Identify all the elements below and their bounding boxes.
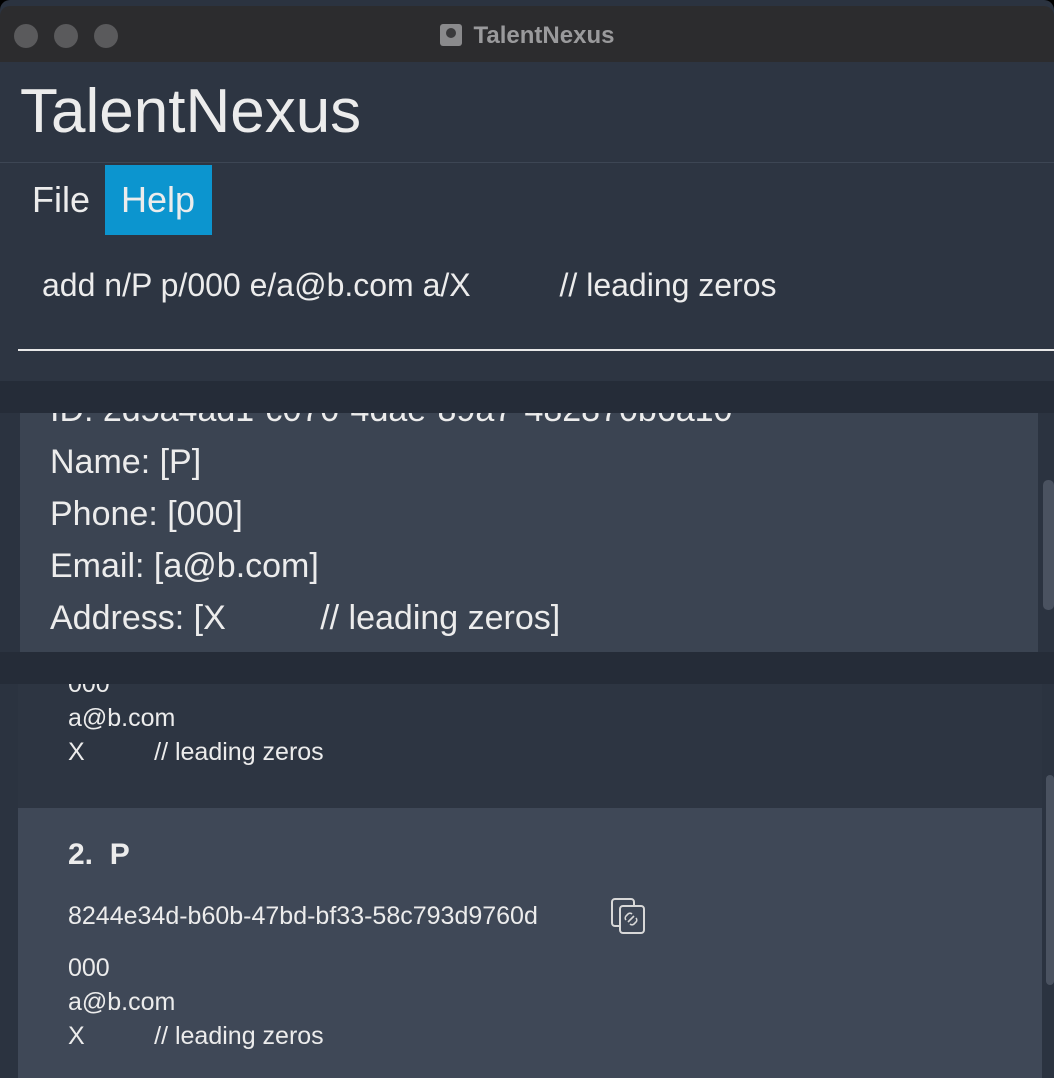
- window-title: TalentNexus: [0, 22, 1054, 50]
- result-scrollbar[interactable]: [1043, 480, 1054, 610]
- person-email: a@b.com: [68, 988, 176, 1016]
- person-phone: 000: [68, 954, 110, 982]
- window-titlebar: TalentNexus: [0, 6, 1054, 63]
- person-id: 8244e34d-b60b-47bd-bf33-58c793d9760d: [68, 902, 538, 930]
- result-email: Email: [a@b.com]: [50, 547, 319, 585]
- person-card[interactable]: 000 a@b.com X // leading zeros: [18, 684, 1042, 808]
- person-title: 2. P: [68, 838, 130, 872]
- person-list[interactable]: 000 a@b.com X // leading zeros 2. P 8244…: [18, 684, 1042, 1078]
- person-phone: 000: [68, 684, 110, 698]
- person-address: X // leading zeros: [68, 738, 324, 766]
- command-input-underline: [18, 349, 1054, 351]
- app-header: TalentNexus: [0, 62, 1054, 163]
- result-display: ID: 2d5a4ad1-c070-4dae-89a7-482870b6a10 …: [20, 413, 1038, 652]
- person-card[interactable]: 2. P 8244e34d-b60b-47bd-bf33-58c793d9760…: [18, 808, 1042, 1078]
- result-id: ID: 2d5a4ad1-c070-4dae-89a7-482870b6a10: [50, 413, 732, 430]
- app-title: TalentNexus: [20, 77, 362, 146]
- divider: [0, 652, 1054, 684]
- menu-file[interactable]: File: [16, 165, 107, 235]
- command-box: add n/P p/000 e/a@b.com a/X // leading z…: [0, 237, 1054, 381]
- result-phone: Phone: [000]: [50, 495, 243, 533]
- menu-bar: File Help: [0, 163, 1054, 237]
- divider: [0, 381, 1054, 413]
- person-index: 2.: [68, 838, 94, 871]
- app-window: TalentNexus TalentNexus File Help add n/…: [0, 0, 1054, 1078]
- result-name: Name: [P]: [50, 443, 202, 481]
- person-address: X // leading zeros: [68, 1022, 324, 1050]
- person-name: P: [109, 838, 130, 871]
- result-address: Address: [X // leading zeros]: [50, 599, 561, 637]
- list-scrollbar[interactable]: [1046, 775, 1054, 985]
- person-email: a@b.com: [68, 704, 176, 732]
- copy-link-icon[interactable]: [608, 896, 648, 936]
- app-icon: [439, 24, 462, 46]
- command-input[interactable]: add n/P p/000 e/a@b.com a/X // leading z…: [42, 267, 777, 304]
- menu-help[interactable]: Help: [105, 165, 213, 235]
- window-title-text: TalentNexus: [473, 22, 615, 49]
